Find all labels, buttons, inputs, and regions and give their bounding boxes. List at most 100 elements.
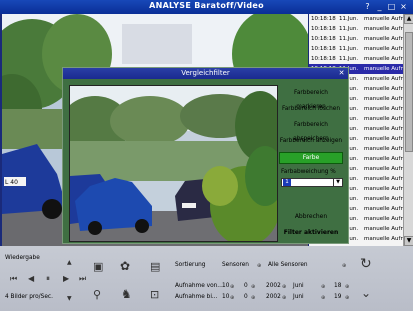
- fps-label: 4 Bilder pro/Sec.: [5, 294, 53, 300]
- from-min-spin-icon[interactable]: ⊕: [251, 284, 255, 290]
- mark-color-range-button[interactable]: Farbbereich markieren: [279, 86, 343, 110]
- event-type: manuelle Aufnah: [364, 66, 403, 72]
- chart-icon[interactable]: ▤: [150, 260, 160, 273]
- event-time: 10:18:18: [311, 26, 336, 32]
- to-hour-spin-icon[interactable]: ⊕: [230, 295, 234, 301]
- event-date: 11.Jun.: [339, 16, 359, 22]
- sort-select[interactable]: Sensoren: [222, 262, 249, 268]
- scroll-up-icon[interactable]: ▲: [404, 14, 413, 24]
- control-panel: Wiedergabe 4 Bilder pro/Sec. ⏮ ◀ ⏸ ▶ ⏭ ▲…: [0, 246, 413, 311]
- pause-icon[interactable]: ⏸: [46, 274, 50, 284]
- to-day-spin-icon[interactable]: ⊕: [345, 295, 349, 301]
- save-icon[interactable]: ▣: [93, 260, 103, 273]
- from-day-spin-icon[interactable]: ⊕: [345, 284, 349, 290]
- to-month-spin-icon[interactable]: ⊕: [321, 295, 325, 301]
- refresh-icon[interactable]: ↻: [360, 256, 372, 272]
- playback-label: Wiedergabe: [5, 255, 40, 261]
- figure-icon[interactable]: ♞: [121, 287, 132, 301]
- from-month[interactable]: Juni: [293, 283, 304, 289]
- zoom-icon[interactable]: ⚲: [93, 288, 101, 301]
- sensor-dropdown-icon[interactable]: ⊕: [342, 263, 346, 269]
- event-type: manuelle Aufnah: [364, 86, 403, 92]
- event-date: 11.Jun.: [339, 26, 359, 32]
- clear-color-range-button[interactable]: Farbbereich löschen: [279, 102, 343, 116]
- minimize-button[interactable]: _: [374, 1, 385, 12]
- close-button[interactable]: ×: [398, 1, 409, 12]
- event-type: manuelle Aufnah: [364, 36, 403, 42]
- camera-icon[interactable]: ⊡: [150, 288, 159, 301]
- deviation-select[interactable]: 1 ▼: [281, 178, 343, 187]
- license-plate: L 40: [5, 179, 18, 186]
- event-type: manuelle Aufnah: [364, 126, 403, 132]
- event-type: manuelle Aufnah: [364, 176, 403, 182]
- cancel-button[interactable]: Abbrechen: [279, 211, 343, 223]
- play-icon[interactable]: ▶: [63, 274, 69, 283]
- color-swatch-button[interactable]: Farbe: [279, 152, 343, 164]
- event-type: manuelle Aufnah: [364, 196, 403, 202]
- to-min[interactable]: 0: [244, 294, 248, 300]
- to-month[interactable]: Juni: [293, 294, 304, 300]
- event-type: manuelle Aufnah: [364, 46, 403, 52]
- event-type: manuelle Aufnah: [364, 186, 403, 192]
- event-type: manuelle Aufnah: [364, 136, 403, 142]
- sensor-select[interactable]: Alle Sensoren: [268, 262, 308, 268]
- from-label: Aufnahme von...: [175, 283, 223, 289]
- to-hour[interactable]: 10: [222, 294, 229, 300]
- event-type: manuelle Aufnah: [364, 236, 403, 242]
- list-item[interactable]: 10:18:1811.Jun. manuelle Aufnah: [309, 44, 403, 54]
- to-year[interactable]: 2002: [266, 294, 281, 300]
- from-day[interactable]: 18: [334, 283, 341, 289]
- from-month-spin-icon[interactable]: ⊕: [321, 284, 325, 290]
- dialog-close-icon[interactable]: ✕: [337, 69, 346, 78]
- filter-preview-image[interactable]: [69, 85, 278, 242]
- list-item[interactable]: 10:18:1811.Jun. manuelle Aufnah: [309, 34, 403, 44]
- to-min-spin-icon[interactable]: ⊕: [251, 295, 255, 301]
- speed-down-icon[interactable]: ▼: [67, 295, 72, 302]
- dialog-title: Vergleichfilter: [63, 68, 348, 79]
- sort-label: Sortierung: [175, 262, 206, 268]
- collapse-chevron-icon[interactable]: ⌄: [361, 286, 371, 300]
- chevron-down-icon[interactable]: ▼: [333, 179, 342, 186]
- title-bar: ANALYSE Baratoff/Video ? _ □ ×: [0, 0, 413, 14]
- save-color-range-button[interactable]: Farbbereich abspeichern: [279, 118, 343, 142]
- event-type: manuelle Aufnah: [364, 226, 403, 232]
- scroll-thumb[interactable]: [405, 32, 413, 152]
- skip-forward-icon[interactable]: ⏭: [79, 274, 86, 284]
- event-type: manuelle Aufnah: [364, 106, 403, 112]
- to-year-spin-icon[interactable]: ⊕: [282, 295, 286, 301]
- show-color-range-button[interactable]: Farbbereich anzeigen: [279, 134, 343, 148]
- event-type: manuelle Aufnah: [364, 26, 403, 32]
- list-item[interactable]: 10:18:1811.Jun. manuelle Aufnah: [309, 24, 403, 34]
- activate-filter-button[interactable]: Filter aktivieren: [279, 227, 343, 239]
- to-label: Aufnahme bi...: [175, 294, 218, 300]
- skip-back-icon[interactable]: ⏮: [10, 274, 17, 284]
- vergleichfilter-dialog: Vergleichfilter ✕ Farbbereich markieren …: [62, 67, 349, 244]
- event-time: 10:18:18: [311, 46, 336, 52]
- deviation-value: 1: [283, 179, 291, 186]
- help-button[interactable]: ?: [362, 1, 373, 12]
- event-list-scrollbar[interactable]: ▲ ▼: [403, 14, 413, 246]
- to-day[interactable]: 19: [334, 294, 341, 300]
- event-type: manuelle Aufnah: [364, 166, 403, 172]
- event-type: manuelle Aufnah: [364, 206, 403, 212]
- maximize-button[interactable]: □: [386, 1, 397, 12]
- event-type: manuelle Aufnah: [364, 56, 403, 62]
- event-time: 10:18:18: [311, 36, 336, 42]
- preview-frame: [70, 86, 277, 241]
- speed-up-icon[interactable]: ▲: [67, 259, 72, 266]
- list-item[interactable]: 10:18:1811.Jun. manuelle Aufnah: [309, 54, 403, 64]
- scroll-down-icon[interactable]: ▼: [404, 236, 413, 246]
- from-hour-spin-icon[interactable]: ⊕: [230, 284, 234, 290]
- window-title: ANALYSE Baratoff/Video: [149, 1, 264, 10]
- play-back-icon[interactable]: ◀: [28, 274, 34, 283]
- event-type: manuelle Aufnah: [364, 96, 403, 102]
- event-type: manuelle Aufnah: [364, 156, 403, 162]
- list-item[interactable]: 10:18:1811.Jun. manuelle Aufnah: [309, 14, 403, 24]
- sort-dropdown-icon[interactable]: ⊕: [257, 263, 261, 269]
- palette-icon[interactable]: ✿: [120, 259, 130, 273]
- from-year[interactable]: 2002: [266, 283, 281, 289]
- from-year-spin-icon[interactable]: ⊕: [282, 284, 286, 290]
- from-min[interactable]: 0: [244, 283, 248, 289]
- event-type: manuelle Aufnah: [364, 116, 403, 122]
- from-hour[interactable]: 10: [222, 283, 229, 289]
